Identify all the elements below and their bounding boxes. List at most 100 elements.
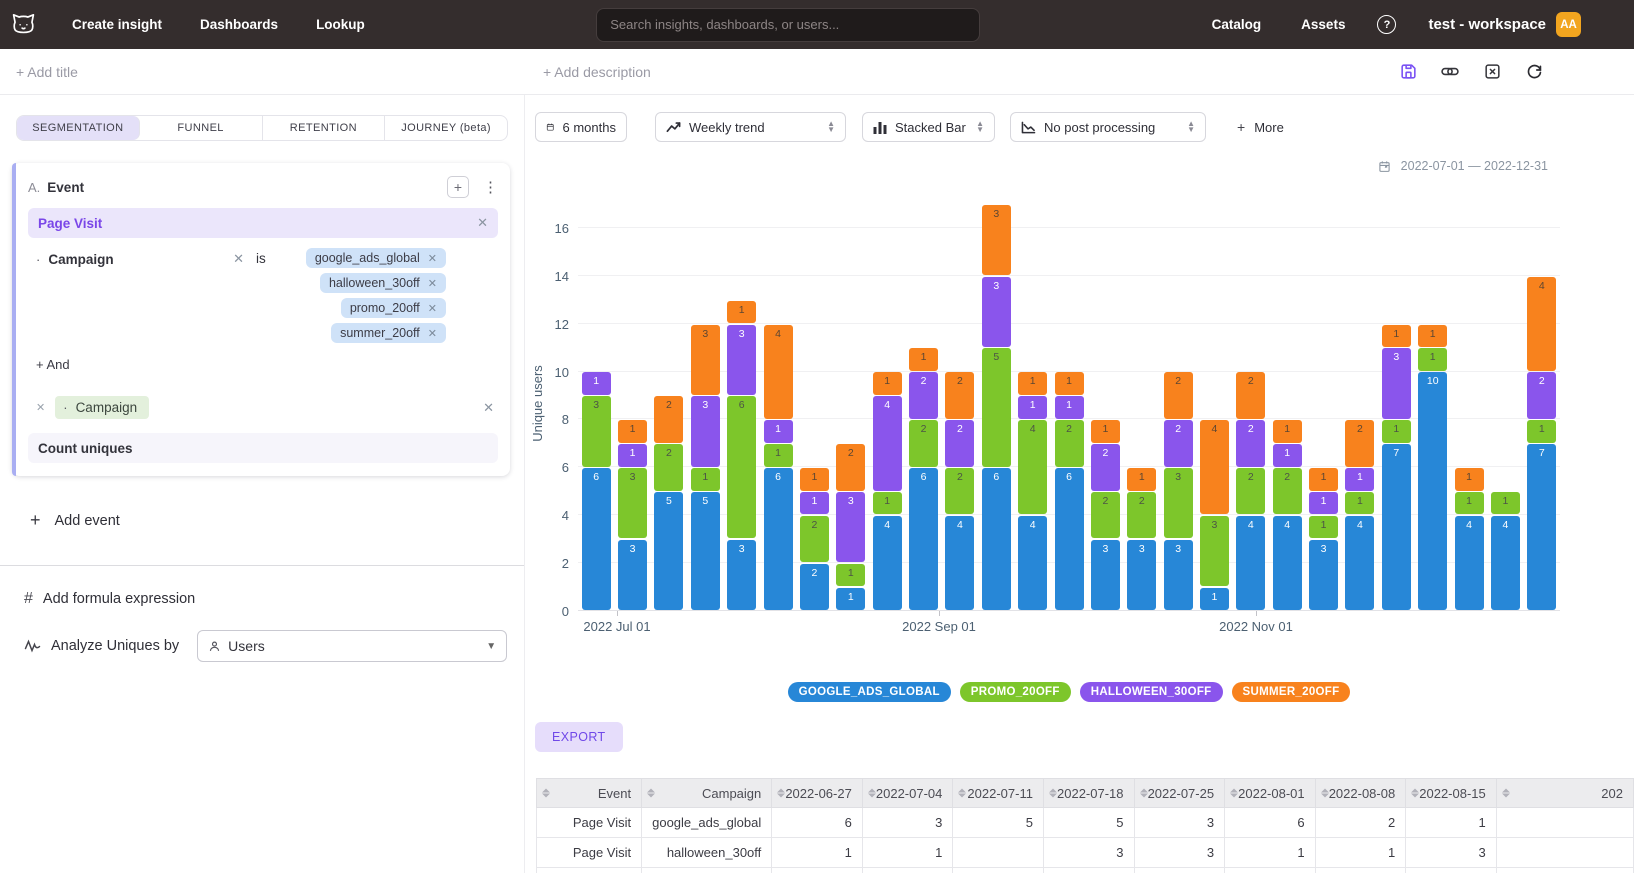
trend-select[interactable]: Weekly trend ▲▼ (655, 112, 846, 142)
filter-value-tag-summer-20off[interactable]: summer_20off✕ (331, 323, 446, 343)
aggregation-row[interactable]: Count uniques (28, 433, 498, 463)
legend-pill-summer-20off[interactable]: SUMMER_20OFF (1232, 682, 1351, 702)
filter-value-tag-google-ads-global[interactable]: google_ads_global✕ (306, 248, 446, 268)
bar-segment-google-ads-global-2022-08-01[interactable]: 6 (764, 468, 793, 610)
sort-icon[interactable] (1140, 789, 1148, 798)
bar-segment-promo-20off-2022-09-05[interactable]: 2 (945, 468, 974, 514)
bar-segment-halloween-30off-2022-08-15[interactable]: 3 (836, 492, 865, 562)
remove-tag-icon[interactable]: ✕ (428, 302, 437, 315)
bar-segment-google-ads-global-2022-11-21[interactable]: 4 (1345, 516, 1374, 610)
bar-segment-promo-20off-2022-10-24[interactable]: 3 (1200, 516, 1229, 586)
legend-pill-google-ads-global[interactable]: GOOGLE_ADS_GLOBAL (788, 682, 951, 702)
app-logo-cat-icon[interactable] (10, 10, 40, 40)
bar-segment-summer-20off-2022-10-03[interactable]: 1 (1091, 420, 1120, 442)
tab-journey-beta[interactable]: JOURNEY (beta) (385, 116, 507, 140)
sort-icon[interactable] (1230, 789, 1238, 798)
bar-segment-halloween-30off-2022-08-08[interactable]: 1 (800, 492, 829, 514)
bar-segment-summer-20off-2022-07-11[interactable]: 2 (654, 396, 683, 442)
chart-type-select[interactable]: Stacked Bar ▲▼ (862, 112, 995, 142)
save-icon[interactable] (1398, 62, 1418, 82)
bar-segment-promo-20off-2022-10-10[interactable]: 2 (1127, 492, 1156, 538)
bar-segment-summer-20off-2022-12-12[interactable]: 1 (1455, 468, 1484, 490)
bar-segment-promo-20off-2022-10-31[interactable]: 2 (1236, 468, 1265, 514)
bar-segment-google-ads-global-2022-12-19[interactable]: 4 (1491, 516, 1520, 610)
bar-segment-halloween-30off-2022-07-25[interactable]: 3 (727, 325, 756, 395)
bar-segment-promo-20off-2022-10-17[interactable]: 3 (1164, 468, 1193, 538)
bar-segment-summer-20off-2022-09-05[interactable]: 2 (945, 372, 974, 418)
bar-segment-promo-20off-2022-10-03[interactable]: 2 (1091, 492, 1120, 538)
bar-segment-summer-20off-2022-12-26[interactable]: 4 (1527, 277, 1556, 371)
remove-tag-icon[interactable]: ✕ (428, 327, 437, 340)
date-range-button[interactable]: 6 months (535, 112, 627, 142)
bar-segment-promo-20off-2022-07-25[interactable]: 6 (727, 396, 756, 538)
bar-segment-google-ads-global-2022-11-07[interactable]: 4 (1273, 516, 1302, 610)
bar-segment-summer-20off-2022-08-22[interactable]: 1 (873, 372, 902, 394)
bar-segment-halloween-30off-2022-09-12[interactable]: 3 (982, 277, 1011, 347)
bar-segment-halloween-30off-2022-09-19[interactable]: 1 (1018, 396, 1047, 418)
global-search-input[interactable] (596, 8, 980, 42)
table-header-2022-08-01[interactable]: 2022-08-01 (1225, 779, 1316, 808)
bar-segment-halloween-30off-2022-12-26[interactable]: 2 (1527, 372, 1556, 418)
bar-segment-promo-20off-2022-11-07[interactable]: 2 (1273, 468, 1302, 514)
selected-event-row[interactable]: Page Visit ✕ (28, 208, 498, 238)
bar-segment-google-ads-global-2022-09-12[interactable]: 6 (982, 468, 1011, 610)
bar-segment-promo-20off-2022-09-26[interactable]: 2 (1055, 420, 1084, 466)
tab-funnel[interactable]: FUNNEL (140, 116, 263, 140)
add-event-button[interactable]: + Add event (30, 510, 524, 531)
bar-segment-summer-20off-2022-08-01[interactable]: 4 (764, 325, 793, 419)
bar-segment-promo-20off-2022-08-01[interactable]: 1 (764, 444, 793, 466)
sort-icon[interactable] (777, 789, 785, 798)
legend-pill-promo-20off[interactable]: PROMO_20OFF (960, 682, 1071, 702)
bar-segment-promo-20off-2022-12-12[interactable]: 1 (1455, 492, 1484, 514)
bar-segment-promo-20off-2022-08-15[interactable]: 1 (836, 564, 865, 586)
bar-segment-promo-20off-2022-07-18[interactable]: 1 (691, 468, 720, 490)
legend-pill-halloween-30off[interactable]: HALLOWEEN_30OFF (1080, 682, 1223, 702)
table-header-2022-07-04[interactable]: 2022-07-04 (862, 779, 953, 808)
nav-item-lookup[interactable]: Lookup (316, 17, 365, 32)
avatar[interactable]: AA (1556, 12, 1581, 37)
bar-segment-summer-20off-2022-09-12[interactable]: 3 (982, 205, 1011, 275)
export-button[interactable]: EXPORT (535, 722, 623, 752)
bar-segment-google-ads-global-2022-12-05[interactable]: 10 (1418, 372, 1447, 610)
bar-segment-halloween-30off-2022-09-05[interactable]: 2 (945, 420, 974, 466)
sort-icon[interactable] (542, 789, 550, 798)
bar-segment-summer-20off-2022-10-17[interactable]: 2 (1164, 372, 1193, 418)
table-header-campaign[interactable]: Campaign (642, 779, 772, 808)
bar-segment-google-ads-global-2022-07-25[interactable]: 3 (727, 540, 756, 610)
bar-segment-google-ads-global-2022-10-17[interactable]: 3 (1164, 540, 1193, 610)
refresh-icon[interactable] (1524, 62, 1544, 82)
filter-operator[interactable]: is (256, 251, 266, 266)
post-processing-select[interactable]: No post processing ▲▼ (1010, 112, 1206, 142)
tab-retention[interactable]: RETENTION (263, 116, 386, 140)
nav-item-create-insight[interactable]: Create insight (72, 17, 162, 32)
help-icon[interactable]: ? (1377, 15, 1396, 34)
filter-property[interactable]: Campaign (48, 252, 113, 267)
copy-link-icon[interactable] (1440, 62, 1460, 82)
bar-segment-halloween-30off-2022-11-14[interactable]: 1 (1309, 492, 1338, 514)
sort-icon[interactable] (868, 789, 876, 798)
bar-segment-google-ads-global-2022-10-10[interactable]: 3 (1127, 540, 1156, 610)
remove-filter-icon[interactable]: ✕ (233, 251, 244, 267)
bar-segment-promo-20off-2022-08-08[interactable]: 2 (800, 516, 829, 562)
bar-segment-promo-20off-2022-06-27[interactable]: 3 (582, 396, 611, 466)
remove-tag-icon[interactable]: ✕ (428, 277, 437, 290)
bar-segment-halloween-30off-2022-08-29[interactable]: 2 (909, 372, 938, 418)
bar-segment-google-ads-global-2022-08-29[interactable]: 6 (909, 468, 938, 610)
nav-item-assets[interactable]: Assets (1301, 17, 1345, 32)
add-description-button[interactable]: + Add description (543, 64, 651, 80)
sort-icon[interactable] (647, 789, 655, 798)
add-and-condition[interactable]: + And (36, 357, 70, 372)
bar-segment-halloween-30off-2022-08-01[interactable]: 1 (764, 420, 793, 442)
bar-segment-google-ads-global-2022-08-22[interactable]: 4 (873, 516, 902, 610)
filter-value-tag-promo-20off[interactable]: promo_20off✕ (341, 298, 446, 318)
bar-segment-summer-20off-2022-11-21[interactable]: 2 (1345, 420, 1374, 466)
sort-icon[interactable] (1321, 789, 1329, 798)
bar-segment-summer-20off-2022-12-05[interactable]: 1 (1418, 325, 1447, 347)
bar-segment-summer-20off-2022-08-15[interactable]: 2 (836, 444, 865, 490)
table-header-2022-07-25[interactable]: 2022-07-25 (1134, 779, 1225, 808)
bar-segment-halloween-30off-2022-06-27[interactable]: 1 (582, 372, 611, 394)
bar-segment-google-ads-global-2022-08-15[interactable]: 1 (836, 588, 865, 610)
bar-segment-promo-20off-2022-08-22[interactable]: 1 (873, 492, 902, 514)
bar-segment-google-ads-global-2022-12-26[interactable]: 7 (1527, 444, 1556, 610)
bar-segment-halloween-30off-2022-10-31[interactable]: 2 (1236, 420, 1265, 466)
